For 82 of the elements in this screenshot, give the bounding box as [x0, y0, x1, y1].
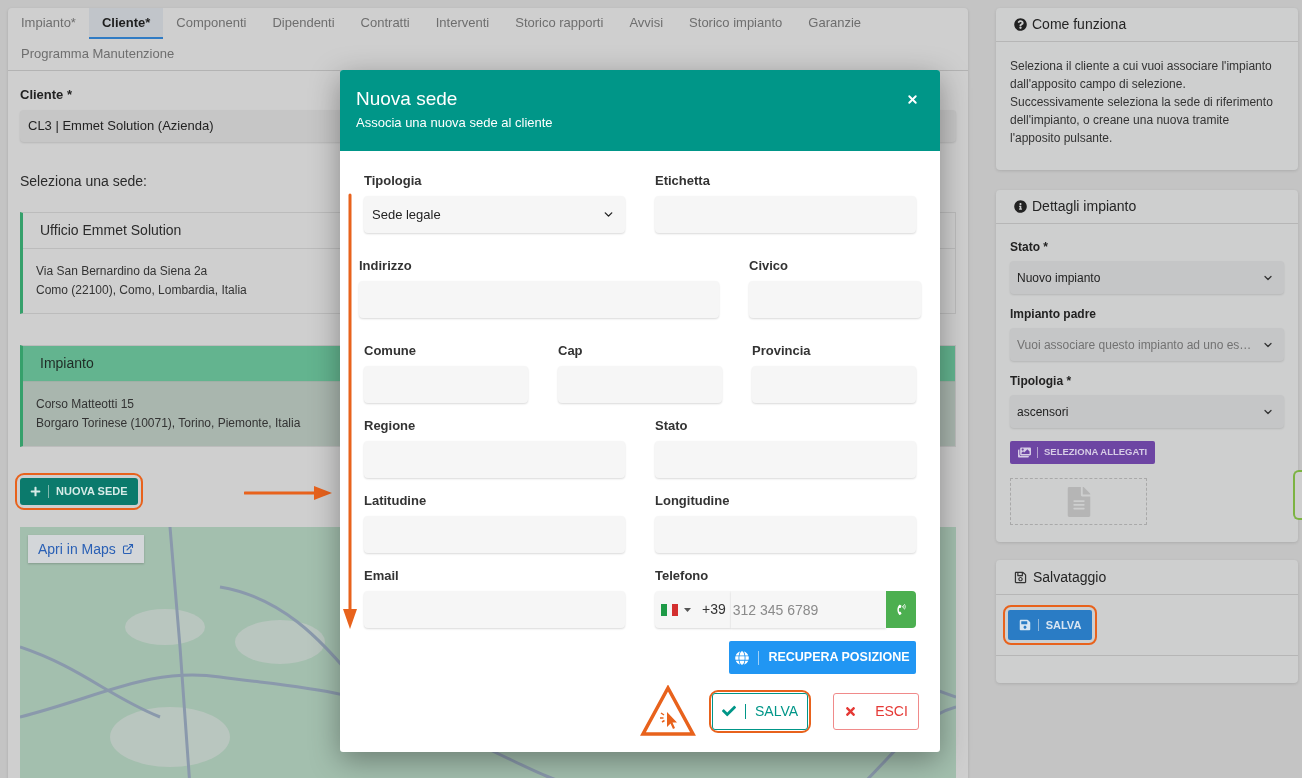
external-link-icon [121, 543, 134, 555]
cursor-triangle-icon [640, 685, 696, 737]
select-field[interactable]: Vuoi associare questo impianto ad uno es… [1010, 328, 1284, 361]
new-site-button[interactable]: NUOVA SEDE [20, 478, 138, 505]
exit-button[interactable]: ESCI [833, 692, 919, 730]
field-label: Etichetta [655, 173, 710, 189]
save-button[interactable]: SALVA [712, 692, 808, 730]
tab[interactable]: Avvisi [616, 8, 677, 39]
save-icon [1014, 570, 1027, 584]
field-label: Cliente * [20, 87, 72, 103]
field-label: Impianto padre [1010, 307, 1096, 322]
tab[interactable]: Interventi [422, 8, 503, 39]
close-button[interactable] [906, 92, 919, 106]
tab[interactable]: Componenti [163, 8, 260, 39]
address-line: Como (22100), Como, Lombardia, Italia [36, 282, 247, 299]
select-field[interactable]: Nuovo impianto [1010, 261, 1284, 294]
info-icon [1014, 200, 1027, 213]
field-label: Regione [364, 418, 416, 434]
check-icon [721, 704, 736, 718]
open-in-maps-link[interactable]: Apri in Maps [28, 535, 144, 563]
tab[interactable]: Programma Manutenzione [8, 39, 188, 70]
flag-icon [661, 603, 678, 616]
field-label: Comune [364, 343, 416, 359]
input-field[interactable] [655, 441, 916, 478]
field-label: Tipologia [364, 173, 422, 189]
address-line: Borgaro Torinese (10071), Torino, Piemonte, Italia [36, 415, 301, 432]
field-label: Stato [655, 418, 688, 434]
caret-icon [684, 607, 691, 612]
file-dropzone[interactable] [1010, 478, 1147, 525]
help-text: Seleziona il cliente a cui vuoi associare l'impianto dall'apposito campo di selezione. [1010, 58, 1273, 93]
tab[interactable]: Storico rapporti [502, 8, 617, 39]
attach-button[interactable]: SELEZIONA ALLEGATI [1010, 441, 1156, 464]
tab[interactable]: Storico impianto [676, 8, 796, 39]
card-title: Dettagli impianto [1032, 197, 1137, 216]
tab[interactable]: Contratti [347, 8, 423, 39]
field-label: Indirizzo [359, 258, 412, 274]
field-label: Stato * [1010, 240, 1048, 255]
field-label: Latitudine [364, 493, 427, 509]
input-field[interactable] [752, 366, 916, 403]
phone-input[interactable]: 312 345 6789 [730, 591, 886, 628]
save-button[interactable]: SALVA [1008, 610, 1092, 640]
call-button[interactable] [886, 591, 916, 628]
save-icon [1018, 619, 1031, 631]
plus-icon [30, 486, 41, 497]
input-field[interactable] [749, 281, 921, 318]
input-field[interactable] [655, 516, 916, 553]
modal-subtitle: Associa una nuova sede al cliente [356, 114, 553, 131]
tab[interactable]: Impianto* [8, 8, 89, 39]
modal-title: Nuova sede [356, 87, 458, 111]
address-line: Corso Matteotti 15 [36, 396, 135, 413]
input-field[interactable] [364, 441, 625, 478]
select-field[interactable]: Sede legale [364, 196, 625, 233]
input-field[interactable] [364, 591, 625, 628]
country-code-select[interactable]: +39 [655, 591, 731, 628]
field-label: Cap [558, 343, 583, 359]
address-line: Via San Bernardino da Siena 2a [36, 263, 208, 280]
tab[interactable]: Cliente* [88, 8, 164, 39]
input-field[interactable] [655, 196, 916, 233]
input-field[interactable] [364, 366, 528, 403]
tab[interactable]: Dipendenti [259, 8, 348, 39]
card-title: Come funziona [1032, 15, 1127, 34]
input-field[interactable] [558, 366, 722, 403]
select-field[interactable]: ascensori [1010, 395, 1284, 428]
card-title: Salvataggio [1033, 567, 1107, 587]
input-field[interactable] [359, 281, 719, 318]
tab[interactable]: Garanzie [795, 8, 875, 39]
field-label: Telefono [655, 568, 709, 584]
field-label: Civico [749, 258, 788, 274]
input-field[interactable] [364, 516, 625, 553]
close-icon [906, 92, 919, 106]
section-heading: Seleziona una sede: [20, 172, 147, 190]
cross-icon [844, 704, 858, 718]
help-text: Successivamente seleziona la sede di riferimento dell'impianto, o creane una nuova tramite l'apposito pulsante. [1010, 94, 1274, 147]
field-label: Tipologia * [1010, 374, 1072, 389]
locate-button[interactable]: RECUPERA POSIZIONE [729, 641, 916, 674]
images-icon [1018, 446, 1031, 459]
help-icon [1014, 18, 1027, 31]
field-label: Longitudine [655, 493, 730, 509]
globe-icon [735, 650, 750, 665]
phone-icon [895, 604, 907, 615]
field-label: Email [364, 568, 399, 584]
field-label: Provincia [752, 343, 811, 359]
